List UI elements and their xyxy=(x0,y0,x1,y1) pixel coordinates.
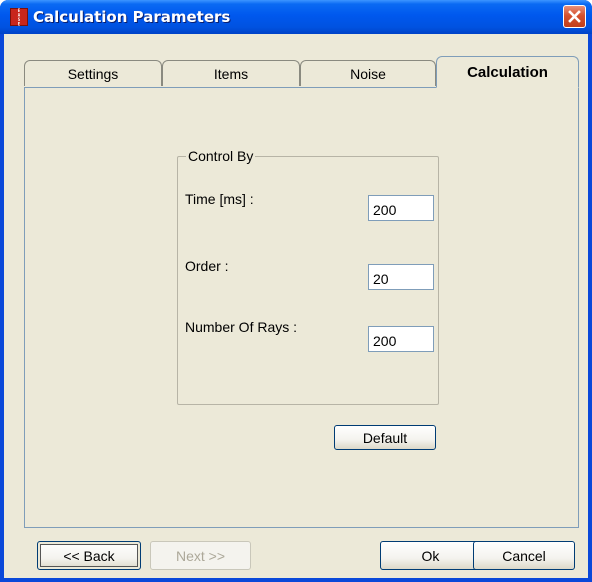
tab-label: Noise xyxy=(350,65,386,82)
control-by-group: Control By Time [ms] : Order : Number Of… xyxy=(177,148,439,450)
cancel-button[interactable]: Cancel xyxy=(473,541,575,570)
group-legend: Control By xyxy=(186,148,256,164)
app-logo-text: EASE xyxy=(16,8,22,26)
next-button[interactable]: Next >> xyxy=(150,541,251,570)
default-button[interactable]: Default xyxy=(334,425,436,450)
tab-items[interactable]: Items xyxy=(162,60,300,86)
tab-noise[interactable]: Noise xyxy=(300,60,436,86)
order-label: Order : xyxy=(185,258,229,274)
dialog-window: EASE Calculation Parameters Settings Ite… xyxy=(0,0,592,582)
window-title: Calculation Parameters xyxy=(33,8,231,26)
time-label: Time [ms] : xyxy=(185,191,254,207)
ok-button[interactable]: Ok xyxy=(380,541,481,570)
tab-label: Calculation xyxy=(467,63,548,81)
order-field[interactable] xyxy=(368,264,434,290)
tab-calculation[interactable]: Calculation xyxy=(436,56,579,88)
back-button[interactable]: << Back xyxy=(37,541,141,570)
close-button[interactable] xyxy=(563,5,586,28)
title-bar[interactable]: EASE Calculation Parameters xyxy=(0,0,592,34)
tab-panel-calculation: Control By Time [ms] : Order : Number Of… xyxy=(24,87,579,528)
close-icon xyxy=(568,10,581,23)
tab-label: Settings xyxy=(67,65,119,82)
tab-label: Items xyxy=(213,65,249,82)
time-field[interactable] xyxy=(368,195,434,221)
app-logo-icon: EASE xyxy=(10,8,28,26)
number-of-rays-label: Number Of Rays : xyxy=(185,319,298,335)
tab-settings[interactable]: Settings xyxy=(24,60,162,86)
number-of-rays-field[interactable] xyxy=(368,326,434,352)
